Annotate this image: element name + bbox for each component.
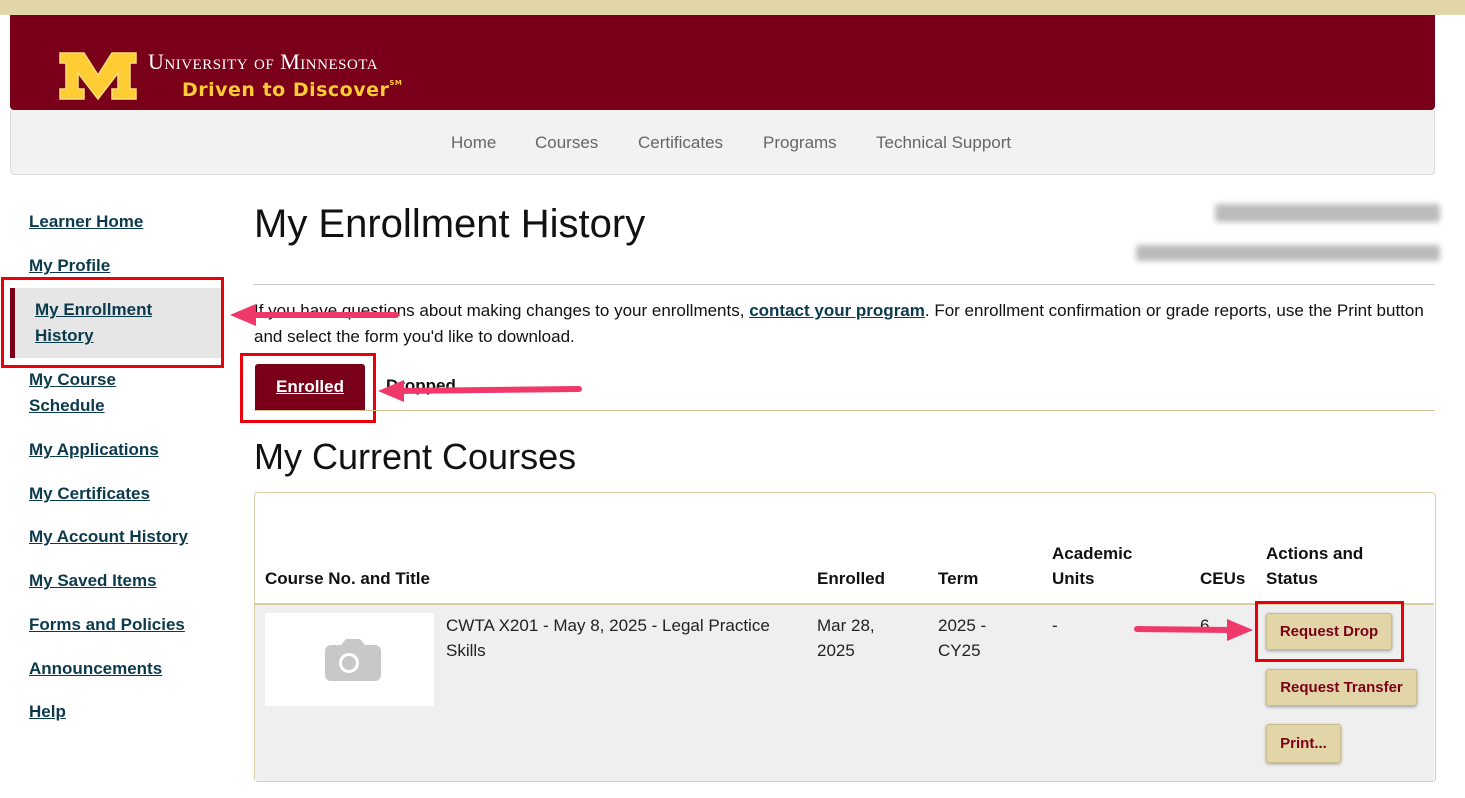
- annotation-box-request-drop: [1255, 601, 1404, 662]
- sidebar-item-learner-home[interactable]: Learner Home: [29, 209, 143, 235]
- academic-units-value: -: [1052, 616, 1058, 635]
- course-title: CWTA X201 - May 8, 2025 - Legal Practice…: [446, 616, 770, 660]
- header-ceus: CEUs: [1200, 569, 1246, 588]
- annotation-box-enrolled-tab: [240, 353, 376, 423]
- contact-program-link[interactable]: contact your program: [749, 301, 925, 320]
- term-value: 2025 - CY25: [938, 616, 987, 660]
- header-academic-units: Academic Units: [1052, 544, 1133, 588]
- sidebar-item-my-certificates[interactable]: My Certificates: [29, 481, 150, 507]
- intro-text: If you have questions about making chang…: [254, 301, 1424, 346]
- course-thumbnail: [265, 613, 434, 706]
- annotation-box-sidebar: [1, 277, 224, 368]
- nav-technical-support[interactable]: Technical Support: [876, 133, 1011, 153]
- sidebar-item-my-account-history[interactable]: My Account History: [29, 524, 188, 550]
- nav-certificates[interactable]: Certificates: [638, 133, 723, 153]
- block-m-logo: [59, 52, 137, 101]
- nav-home[interactable]: Home: [451, 133, 496, 153]
- sidebar-item-my-saved-items[interactable]: My Saved Items: [29, 568, 157, 594]
- header-enrolled: Enrolled: [817, 569, 886, 588]
- enrolled-date: Mar 28, 2025: [817, 616, 875, 660]
- section-title: My Current Courses: [254, 436, 577, 477]
- nav-programs[interactable]: Programs: [763, 133, 837, 153]
- university-name: University of Minnesota: [148, 49, 379, 74]
- top-navbar: Home Courses Certificates Programs Techn…: [10, 110, 1435, 175]
- sidebar-item-my-profile[interactable]: My Profile: [29, 253, 110, 279]
- tagline: Driven to DiscoverSM: [182, 79, 403, 101]
- nav-courses[interactable]: Courses: [535, 133, 598, 153]
- divider: [254, 284, 1435, 285]
- header-term: Term: [938, 569, 979, 588]
- sidebar-item-forms-and-policies[interactable]: Forms and Policies: [29, 612, 185, 638]
- annotation-arrow-icon: [230, 304, 399, 326]
- header-course: Course No. and Title: [265, 569, 430, 588]
- user-name-redacted: [1215, 204, 1440, 222]
- annotation-arrow-icon: [378, 380, 582, 402]
- sidebar-item-my-applications[interactable]: My Applications: [29, 437, 159, 463]
- print-button[interactable]: Print...: [1266, 724, 1341, 763]
- sidebar-item-announcements[interactable]: Announcements: [29, 656, 162, 682]
- header-actions: Actions and Status: [1266, 544, 1364, 588]
- top-strip: [0, 0, 1465, 15]
- camera-icon: [325, 639, 381, 681]
- user-email-redacted: [1136, 245, 1440, 261]
- annotation-arrow-icon: [1134, 619, 1253, 641]
- tabs-divider: [254, 410, 1435, 411]
- sidebar-item-my-course-schedule[interactable]: My Course Schedule: [29, 367, 169, 419]
- page-title: My Enrollment History: [254, 202, 646, 246]
- site-banner: University of Minnesota Driven to Discov…: [10, 15, 1435, 110]
- request-transfer-button[interactable]: Request Transfer: [1266, 669, 1417, 706]
- sidebar-item-help[interactable]: Help: [29, 699, 66, 725]
